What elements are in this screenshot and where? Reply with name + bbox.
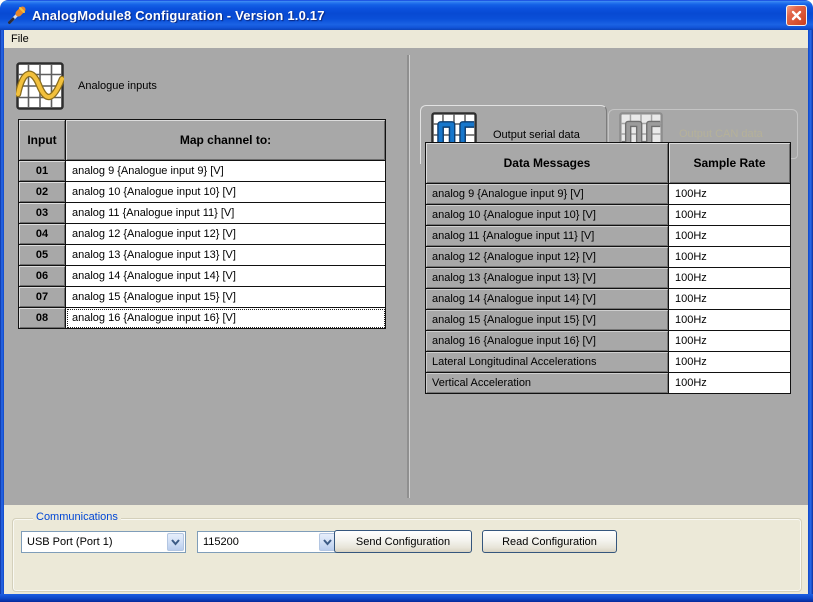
column-header-data-messages: Data Messages [426,143,669,184]
app-icon [7,5,27,25]
table-row: analog 10 {Analogue input 10} [V] 100Hz [426,205,791,226]
chevron-down-icon [170,537,181,547]
data-message-cell[interactable]: analog 11 {Analogue input 11} [V] [426,226,669,247]
table-row: 05 analog 13 {Analogue input 13} [V] [19,245,386,266]
input-number-cell: 03 [19,203,66,224]
app-window: AnalogModule8 Configuration - Version 1.… [0,0,813,602]
map-channel-cell[interactable]: analog 9 {Analogue input 9} [V] [66,161,386,182]
input-number-cell: 01 [19,161,66,182]
window-border-bottom [0,594,813,602]
data-message-cell[interactable]: analog 10 {Analogue input 10} [V] [426,205,669,226]
bottom-panel: Communications USB Port (Port 1) 115200 … [4,505,808,594]
tab-label-output-can: Output CAN data [679,128,763,140]
map-channel-cell[interactable]: analog 14 {Analogue input 14} [V] [66,266,386,287]
sample-rate-cell[interactable]: 100Hz [669,373,791,394]
table-row: analog 15 {Analogue input 15} [V] 100Hz [426,310,791,331]
sample-rate-cell[interactable]: 100Hz [669,352,791,373]
close-icon [790,9,803,22]
input-number-cell: 05 [19,245,66,266]
analogue-inputs-label: Analogue inputs [78,80,157,92]
input-number-cell: 07 [19,287,66,308]
sample-rate-cell[interactable]: 100Hz [669,310,791,331]
port-select-arrow[interactable] [167,533,184,551]
table-row: Lateral Longitudinal Accelerations 100Hz [426,352,791,373]
map-channel-cell[interactable]: analog 13 {Analogue input 13} [V] [66,245,386,266]
close-button[interactable] [786,5,807,26]
titlebar[interactable]: AnalogModule8 Configuration - Version 1.… [0,0,813,30]
sample-rate-cell[interactable]: 100Hz [669,247,791,268]
sample-rate-cell[interactable]: 100Hz [669,184,791,205]
sample-rate-cell[interactable]: 100Hz [669,331,791,352]
map-channel-cell[interactable]: analog 10 {Analogue input 10} [V] [66,182,386,203]
window-border-right [808,30,813,602]
table-row: 04 analog 12 {Analogue input 12} [V] [19,224,386,245]
table-row: analog 9 {Analogue input 9} [V] 100Hz [426,184,791,205]
analogue-inputs-header: Analogue inputs [16,62,157,110]
read-configuration-button[interactable]: Read Configuration [482,530,617,553]
panel-divider [407,55,410,498]
port-select-value: USB Port (Port 1) [22,536,167,548]
sample-rate-cell[interactable]: 100Hz [669,289,791,310]
table-row: 03 analog 11 {Analogue input 11} [V] [19,203,386,224]
data-message-cell[interactable]: Vertical Acceleration [426,373,669,394]
send-configuration-button[interactable]: Send Configuration [334,530,472,553]
menu-file[interactable]: File [4,31,36,47]
map-channel-cell[interactable]: analog 15 {Analogue input 15} [V] [66,287,386,308]
column-header-map: Map channel to: [66,120,386,161]
sample-rate-cell[interactable]: 100Hz [669,205,791,226]
data-message-cell[interactable]: Lateral Longitudinal Accelerations [426,352,669,373]
table-row: 02 analog 10 {Analogue input 10} [V] [19,182,386,203]
column-header-sample-rate: Sample Rate [669,143,791,184]
table-row: analog 13 {Analogue input 13} [V] 100Hz [426,268,791,289]
table-row: 07 analog 15 {Analogue input 15} [V] [19,287,386,308]
baud-rate-value: 115200 [198,536,319,548]
window-title: AnalogModule8 Configuration - Version 1.… [32,8,786,23]
data-message-cell[interactable]: analog 14 {Analogue input 14} [V] [426,289,669,310]
map-channel-cell[interactable]: analog 12 {Analogue input 12} [V] [66,224,386,245]
baud-rate-select[interactable]: 115200 [197,531,338,553]
analogue-inputs-icon [16,62,64,110]
tab-label-output-serial: Output serial data [493,129,580,141]
input-number-cell: 02 [19,182,66,203]
input-number-cell: 08 [19,308,66,329]
table-row: analog 11 {Analogue input 11} [V] 100Hz [426,226,791,247]
communications-groupbox: Communications USB Port (Port 1) 115200 … [12,518,802,592]
sample-rate-cell[interactable]: 100Hz [669,226,791,247]
communications-label: Communications [33,511,121,523]
data-message-cell[interactable]: analog 16 {Analogue input 16} [V] [426,331,669,352]
data-message-cell[interactable]: analog 15 {Analogue input 15} [V] [426,310,669,331]
table-row: analog 12 {Analogue input 12} [V] 100Hz [426,247,791,268]
input-number-cell: 04 [19,224,66,245]
table-row: Vertical Acceleration 100Hz [426,373,791,394]
menubar: File [4,30,808,48]
table-row: 06 analog 14 {Analogue input 14} [V] [19,266,386,287]
table-row: 01 analog 9 {Analogue input 9} [V] [19,161,386,182]
chevron-down-icon [322,537,333,547]
port-select[interactable]: USB Port (Port 1) [21,531,186,553]
data-message-cell[interactable]: analog 9 {Analogue input 9} [V] [426,184,669,205]
sample-rate-cell[interactable]: 100Hz [669,268,791,289]
map-channel-cell-selected[interactable]: analog 16 {Analogue input 16} [V] [66,308,386,329]
input-number-cell: 06 [19,266,66,287]
data-message-cell[interactable]: analog 12 {Analogue input 12} [V] [426,247,669,268]
input-mapping-table: Input Map channel to: 01 analog 9 {Analo… [18,119,386,329]
table-row: 08 analog 16 {Analogue input 16} [V] [19,308,386,329]
table-row: analog 14 {Analogue input 14} [V] 100Hz [426,289,791,310]
data-message-cell[interactable]: analog 13 {Analogue input 13} [V] [426,268,669,289]
table-row: analog 16 {Analogue input 16} [V] 100Hz [426,331,791,352]
data-messages-table: Data Messages Sample Rate analog 9 {Anal… [425,142,791,394]
client-area: Analogue inputs Input Map channel to: 01… [4,48,808,505]
column-header-input: Input [19,120,66,161]
map-channel-cell[interactable]: analog 11 {Analogue input 11} [V] [66,203,386,224]
